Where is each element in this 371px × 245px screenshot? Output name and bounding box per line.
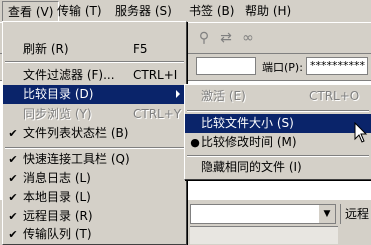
search-binoculars-icon[interactable]: ∞ bbox=[240, 30, 256, 46]
menu-item-label: 比较修改时间 (M) bbox=[201, 135, 297, 149]
menu-item-label: 传输队列 (T) bbox=[23, 227, 92, 241]
remote-site-label: 远程 bbox=[340, 204, 369, 224]
password-field[interactable]: ********** bbox=[306, 57, 368, 75]
local-path-combo[interactable]: ▼ bbox=[190, 204, 336, 224]
checkmark-icon: ✔ bbox=[8, 153, 18, 166]
local-tree-scroll[interactable] bbox=[190, 226, 338, 244]
checkmark-icon: ✔ bbox=[8, 228, 18, 241]
menu-item-label: 隐藏相同的文件 (I) bbox=[201, 160, 302, 174]
menu-separator bbox=[5, 61, 184, 63]
radio-dot-icon: ● bbox=[190, 136, 200, 149]
menu-item-quickconnect-bar[interactable]: ✔ 快速连接工具栏 (Q) bbox=[3, 150, 186, 169]
mouse-cursor-icon bbox=[354, 122, 368, 143]
menu-help[interactable]: 帮助 (H) bbox=[240, 1, 296, 21]
menu-transfer[interactable]: 传输 (T) bbox=[52, 1, 107, 21]
menu-separator bbox=[187, 155, 369, 157]
menu-separator bbox=[5, 147, 184, 149]
menu-item-label: 比较目录 (D) bbox=[23, 87, 94, 101]
menu-bookmarks[interactable]: 书签 (B) bbox=[184, 1, 239, 21]
filter-icon[interactable]: ⚲ bbox=[196, 30, 212, 46]
menu-item-label: 本地目录 (L) bbox=[23, 190, 91, 204]
menu-item-shortcut: F5 bbox=[133, 42, 148, 56]
menu-item-transfer-queue[interactable]: ✔ 传输队列 (T) bbox=[3, 225, 186, 244]
sync-browse-icon[interactable]: ⇄ bbox=[218, 30, 234, 46]
menu-bar: 查看 (V) 传输 (T) 服务器 (S) 书签 (B) 帮助 (H) bbox=[0, 0, 371, 23]
menu-item-shortcut: CTRL+I bbox=[133, 68, 178, 82]
menu-item-label: 比较文件大小 (S) bbox=[201, 116, 294, 130]
port-label: 端口(P): bbox=[262, 61, 303, 74]
submenu-arrow-icon bbox=[176, 90, 180, 98]
menu-item-remote-directory[interactable]: ✔ 远程目录 (R) bbox=[3, 207, 186, 226]
compare-submenu: 激活 (E) CTRL+O 比较文件大小 (S) ● 比较修改时间 (M) 隐藏… bbox=[184, 84, 371, 180]
menu-item-hide-identical[interactable]: 隐藏相同的文件 (I) bbox=[185, 158, 371, 177]
menu-server[interactable]: 服务器 (S) bbox=[110, 1, 177, 21]
menu-item-label: 同步浏览 (Y) bbox=[23, 107, 92, 121]
checkmark-icon: ✔ bbox=[8, 127, 18, 140]
menu-item-local-directory[interactable]: ✔ 本地目录 (L) bbox=[3, 188, 186, 207]
checkmark-icon: ✔ bbox=[8, 210, 18, 223]
menu-item-label: 快速连接工具栏 (Q) bbox=[23, 152, 130, 166]
menu-item-shortcut: CTRL+O bbox=[309, 89, 360, 103]
menu-item-compare-mtime[interactable]: ● 比较修改时间 (M) bbox=[185, 133, 371, 152]
menu-item-message-log[interactable]: ✔ 消息日志 (L) bbox=[3, 169, 186, 188]
menu-item-sync-browse[interactable]: 同步浏览 (Y) CTRL+Y bbox=[3, 105, 186, 124]
checkmark-icon: ✔ bbox=[8, 191, 18, 204]
checkmark-icon: ✔ bbox=[8, 172, 18, 185]
menu-view[interactable]: 查看 (V) bbox=[2, 1, 60, 23]
chevron-down-icon[interactable]: ▼ bbox=[318, 205, 335, 223]
view-menu: 刷新 (R) F5 文件过滤器 (F)... CTRL+I 比较目录 (D) 同… bbox=[2, 21, 187, 245]
menu-item-refresh[interactable]: 刷新 (R) F5 bbox=[3, 40, 186, 59]
menu-item-shortcut: CTRL+Y bbox=[133, 107, 182, 121]
menu-item-label: 文件列表状态栏 (B) bbox=[23, 126, 129, 140]
menu-item-enable-compare[interactable]: 激活 (E) CTRL+O bbox=[185, 87, 371, 106]
menu-item-label: 文件过滤器 (F)... bbox=[23, 68, 115, 82]
menu-separator bbox=[187, 110, 369, 112]
menu-item-label: 消息日志 (L) bbox=[23, 171, 91, 185]
menu-item-label: 刷新 (R) bbox=[23, 42, 69, 56]
menu-item-compare-directories[interactable]: 比较目录 (D) bbox=[3, 85, 186, 104]
menu-item-file-filter[interactable]: 文件过滤器 (F)... CTRL+I bbox=[3, 66, 186, 85]
menu-item-label: 远程目录 (R) bbox=[23, 209, 93, 223]
menu-item-compare-size[interactable]: 比较文件大小 (S) bbox=[185, 114, 371, 133]
username-field[interactable] bbox=[196, 57, 256, 75]
menu-item-filelist-statusbar[interactable]: ✔ 文件列表状态栏 (B) bbox=[3, 124, 186, 143]
menu-item-label: 激活 (E) bbox=[201, 89, 246, 103]
